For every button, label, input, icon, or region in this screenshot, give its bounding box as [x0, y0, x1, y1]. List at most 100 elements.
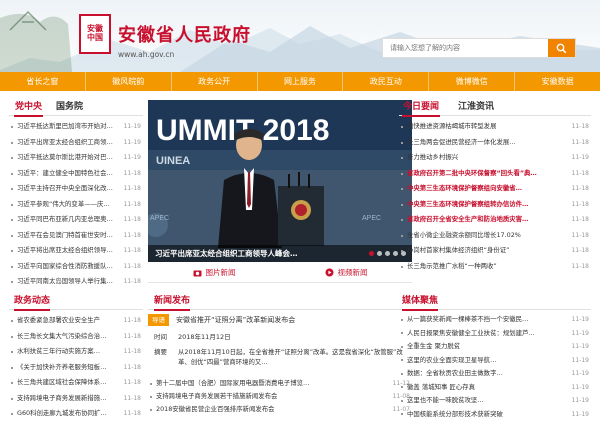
list-item-title[interactable]: 中央第三生态环境保护督察组转办信访件…	[407, 197, 528, 213]
list-item-title[interactable]: 徽盖 落城知事 匠心存真	[407, 381, 475, 395]
tab-state-council[interactable]: 国务院	[55, 100, 84, 115]
party-news-item[interactable]: 习近平参观“伟大的变革——庆… 11-18	[9, 197, 143, 213]
media-focus-item[interactable]: 从一篇获奖新闻一棵棒茶不挡一个安徽民… 11-19	[399, 313, 591, 327]
media-focus-item[interactable]: 全重生金 聚力脱贫 11-19	[399, 340, 591, 354]
list-item-title[interactable]: 《关于加快补齐养老服务短板…	[17, 360, 106, 376]
news-release-title[interactable]: 新闻发布	[154, 294, 191, 311]
carousel[interactable]: UMMIT 2018 UINEA APEC APEC 习近平出席亚太经合组织工商…	[148, 100, 412, 262]
media-focus-item[interactable]: 数据：全省秋贡农业田主做数字… 11-19	[399, 367, 591, 381]
tab-jianghuai-info[interactable]: 江淮资讯	[457, 100, 495, 115]
media-focus-item[interactable]: 这里的农业全面实现卫星导航… 11-19	[399, 354, 591, 368]
tab-party-central[interactable]: 党中央	[14, 100, 44, 117]
today-news-item[interactable]: 省政府召开全省安全生产和防治地质灾害… 11-18	[399, 212, 591, 228]
today-news-item[interactable]: 长三角两会促进民营经济一体化发展… 11-18	[399, 135, 591, 151]
list-item-title[interactable]: 2018安徽省民营企业百强排序新闻发布会	[156, 403, 275, 416]
party-news-item[interactable]: 习近平在会见澳门特首崔世安时… 11-18	[9, 228, 143, 244]
list-item-title[interactable]: 这里的农业全面实现卫星导航…	[407, 354, 496, 368]
party-news-item[interactable]: 习近平同巴布亚新几内亚总理奥… 11-18	[9, 212, 143, 228]
featured-release[interactable]: 导语 安徽省推开“证照分离”改革新闻发布会 时间 2018年11月12日 摘要 从…	[148, 314, 412, 378]
news-release-item[interactable]: 2018安徽省民营企业百强排序新闻发布会 11-07	[148, 403, 412, 416]
today-news-item[interactable]: 加快推进资源枯竭城市转型发展 11-18	[399, 119, 591, 135]
gov-dynamics-item[interactable]: 长三角长文集大气污染综合治… 11-18	[9, 329, 143, 345]
carousel-caption[interactable]: 习近平出席亚太经合组织工商领导人峰会…	[155, 245, 298, 262]
party-news-item[interactable]: 习近平抵达莫尔斯比港开始对巴… 11-19	[9, 150, 143, 166]
list-item-title[interactable]: 数据：全省秋贡农业田主做数字…	[407, 367, 503, 381]
list-item-title[interactable]: 省政府召开第二批中央环保督察“回头看”典…	[407, 166, 537, 182]
list-item-title[interactable]: 习近平主持召开中央全面深化改…	[17, 181, 113, 197]
party-news-item[interactable]: 习近平抵达斯里巴加湾市开始对… 11-19	[9, 119, 143, 135]
today-news-item[interactable]: 中央第三生态环境保护督察组转办信访件… 11-18	[399, 197, 591, 213]
site-title[interactable]: 安徽省人民政府	[118, 21, 251, 47]
list-item-title[interactable]: 习近平参观“伟大的变革——庆…	[17, 197, 110, 213]
media-focus-item[interactable]: 中国核能系统分部形技术获新突破 11-19	[399, 408, 591, 421]
today-news-item[interactable]: 奋力推动乡村振兴 11-19	[399, 150, 591, 166]
gov-dynamics-title[interactable]: 政务动态	[14, 294, 51, 311]
list-item-title[interactable]: 省政府召开全省安全生产和防治地质灾害…	[407, 212, 528, 228]
gov-dynamics-item[interactable]: 《关于加快补齐养老服务短板… 11-18	[9, 360, 143, 376]
list-item-title[interactable]: 长三角两会促进民营经济一体化发展…	[407, 135, 516, 151]
list-item-title[interactable]: 习近平同巴布亚新几内亚总理奥…	[17, 212, 113, 228]
tab-today-news[interactable]: 今日要闻	[402, 100, 441, 117]
list-item-title[interactable]: 长三角共建区域社会保障体系…	[17, 375, 106, 391]
party-news-item[interactable]: 习近平：建立健全中国特色社会… 11-18	[9, 166, 143, 182]
list-item-title[interactable]: 习近平抵达斯里巴加湾市开始对…	[17, 119, 113, 135]
gov-dynamics-item[interactable]: 长三角共建区域社会保障体系… 11-18	[9, 375, 143, 391]
nav-item[interactable]: 政民互动	[343, 72, 430, 91]
gov-dynamics-item[interactable]: 水利扶贫三年行动实施方案… 11-18	[9, 344, 143, 360]
today-news-item[interactable]: 小岗村首家村集体经济组织“身份证” 11-18	[399, 243, 591, 259]
list-item-title[interactable]: 加快推进资源枯竭城市转型发展	[407, 119, 496, 135]
list-item-title[interactable]: 中国核能系统分部形技术获新突破	[407, 408, 503, 421]
list-item-title[interactable]: 习近平：建立健全中国特色社会…	[17, 166, 113, 182]
carousel-dot[interactable]	[369, 251, 374, 256]
carousel-dot[interactable]	[393, 251, 398, 256]
list-item-title[interactable]: 支持跨境电子商务发展若干措施新闻发布会	[156, 390, 277, 403]
carousel-dot[interactable]	[385, 251, 390, 256]
video-news-button[interactable]: 视频新闻	[280, 263, 412, 282]
list-item-title[interactable]: 习近平同南太岛国领导人举行集…	[17, 274, 113, 290]
list-item-title[interactable]: 习近平抵达莫尔斯比港开始对巴…	[17, 150, 113, 166]
picture-news-button[interactable]: 图片新闻	[148, 263, 280, 282]
list-item-title[interactable]: 习近平在会见澳门特首崔世安时…	[17, 228, 113, 244]
list-item-title[interactable]: 中央第三生态环境保护督察组向安徽省…	[407, 181, 522, 197]
list-item-title[interactable]: G60科创走廊九城发布协同扩…	[17, 406, 107, 421]
list-item-title[interactable]: 这里也不能一味脱贫攻坚…	[407, 394, 484, 408]
search-button[interactable]	[548, 39, 575, 57]
today-news-item[interactable]: 中央第三生态环境保护督察组向安徽省… 11-18	[399, 181, 591, 197]
list-item-title[interactable]: 支持跨境电子商务发展新措施…	[17, 391, 106, 407]
nav-item[interactable]: 安徽数据	[515, 72, 600, 91]
list-item-title[interactable]: 奋力推动乡村振兴	[407, 150, 458, 166]
list-item-title[interactable]: 第十二届中国（合肥）国际家用电器暨消费电子博览…	[156, 377, 309, 390]
nav-item[interactable]: 徽风皖韵	[86, 72, 172, 91]
gov-dynamics-item[interactable]: 省农委紧急部署农业安全生产 11-18	[9, 313, 143, 329]
today-news-item[interactable]: 长三角示范推广水稻“一种两收” 11-18	[399, 259, 591, 275]
list-item-title[interactable]: 省农委紧急部署农业安全生产	[17, 313, 100, 329]
party-news-item[interactable]: 习近平将出席亚太经合组织领导… 11-18	[9, 243, 143, 259]
party-news-item[interactable]: 习近平同南太岛国领导人举行集… 11-18	[9, 274, 143, 290]
list-item-title[interactable]: 全省小微企业融资余额同比增长17.02%	[407, 228, 521, 244]
nav-item[interactable]: 微博微信	[429, 72, 516, 91]
news-release-item[interactable]: 第十二届中国（合肥）国际家用电器暨消费电子博览… 11-12	[148, 377, 412, 390]
nav-item[interactable]: 省长之窗	[0, 72, 86, 91]
party-news-item[interactable]: 习近平出席亚太经合组织工商领… 11-19	[9, 135, 143, 151]
list-item-title[interactable]: 习近平向国家综合性消防救援队…	[17, 259, 113, 275]
nav-item[interactable]: 政务公开	[172, 72, 258, 91]
media-focus-title[interactable]: 媒体聚焦	[402, 294, 439, 311]
media-focus-item[interactable]: 人民日报聚焦安徽健全工业扶贫：规划建芦… 11-19	[399, 327, 591, 341]
site-emblem[interactable]: 安徽 中国	[79, 14, 111, 54]
party-news-item[interactable]: 习近平向国家综合性消防救援队… 11-18	[9, 259, 143, 275]
search-input[interactable]	[383, 39, 549, 57]
news-release-item[interactable]: 支持跨境电子商务发展若干措施新闻发布会 11-08	[148, 390, 412, 403]
gov-dynamics-item[interactable]: G60科创走廊九城发布协同扩… 11-18	[9, 406, 143, 421]
list-item-title[interactable]: 习近平将出席亚太经合组织领导…	[17, 243, 113, 259]
list-item-title[interactable]: 从一篇获奖新闻一棵棒茶不挡一个安徽民…	[407, 313, 528, 327]
list-item-title[interactable]: 长三角示范推广水稻“一种两收”	[407, 259, 497, 275]
media-focus-item[interactable]: 徽盖 落城知事 匠心存真 11-19	[399, 381, 591, 395]
list-item-title[interactable]: 小岗村首家村集体经济组织“身份证”	[407, 243, 509, 259]
nav-item[interactable]: 网上服务	[258, 72, 344, 91]
party-news-item[interactable]: 习近平主持召开中央全面深化改… 11-18	[9, 181, 143, 197]
list-item-title[interactable]: 人民日报聚焦安徽健全工业扶贫：规划建芦…	[407, 327, 535, 341]
gov-dynamics-item[interactable]: 支持跨境电子商务发展新措施… 11-18	[9, 391, 143, 407]
today-news-item[interactable]: 全省小微企业融资余额同比增长17.02% 11-18	[399, 228, 591, 244]
list-item-title[interactable]: 习近平出席亚太经合组织工商领…	[17, 135, 113, 151]
release-headline[interactable]: 安徽省推开“证照分离”改革新闻发布会	[176, 314, 295, 326]
